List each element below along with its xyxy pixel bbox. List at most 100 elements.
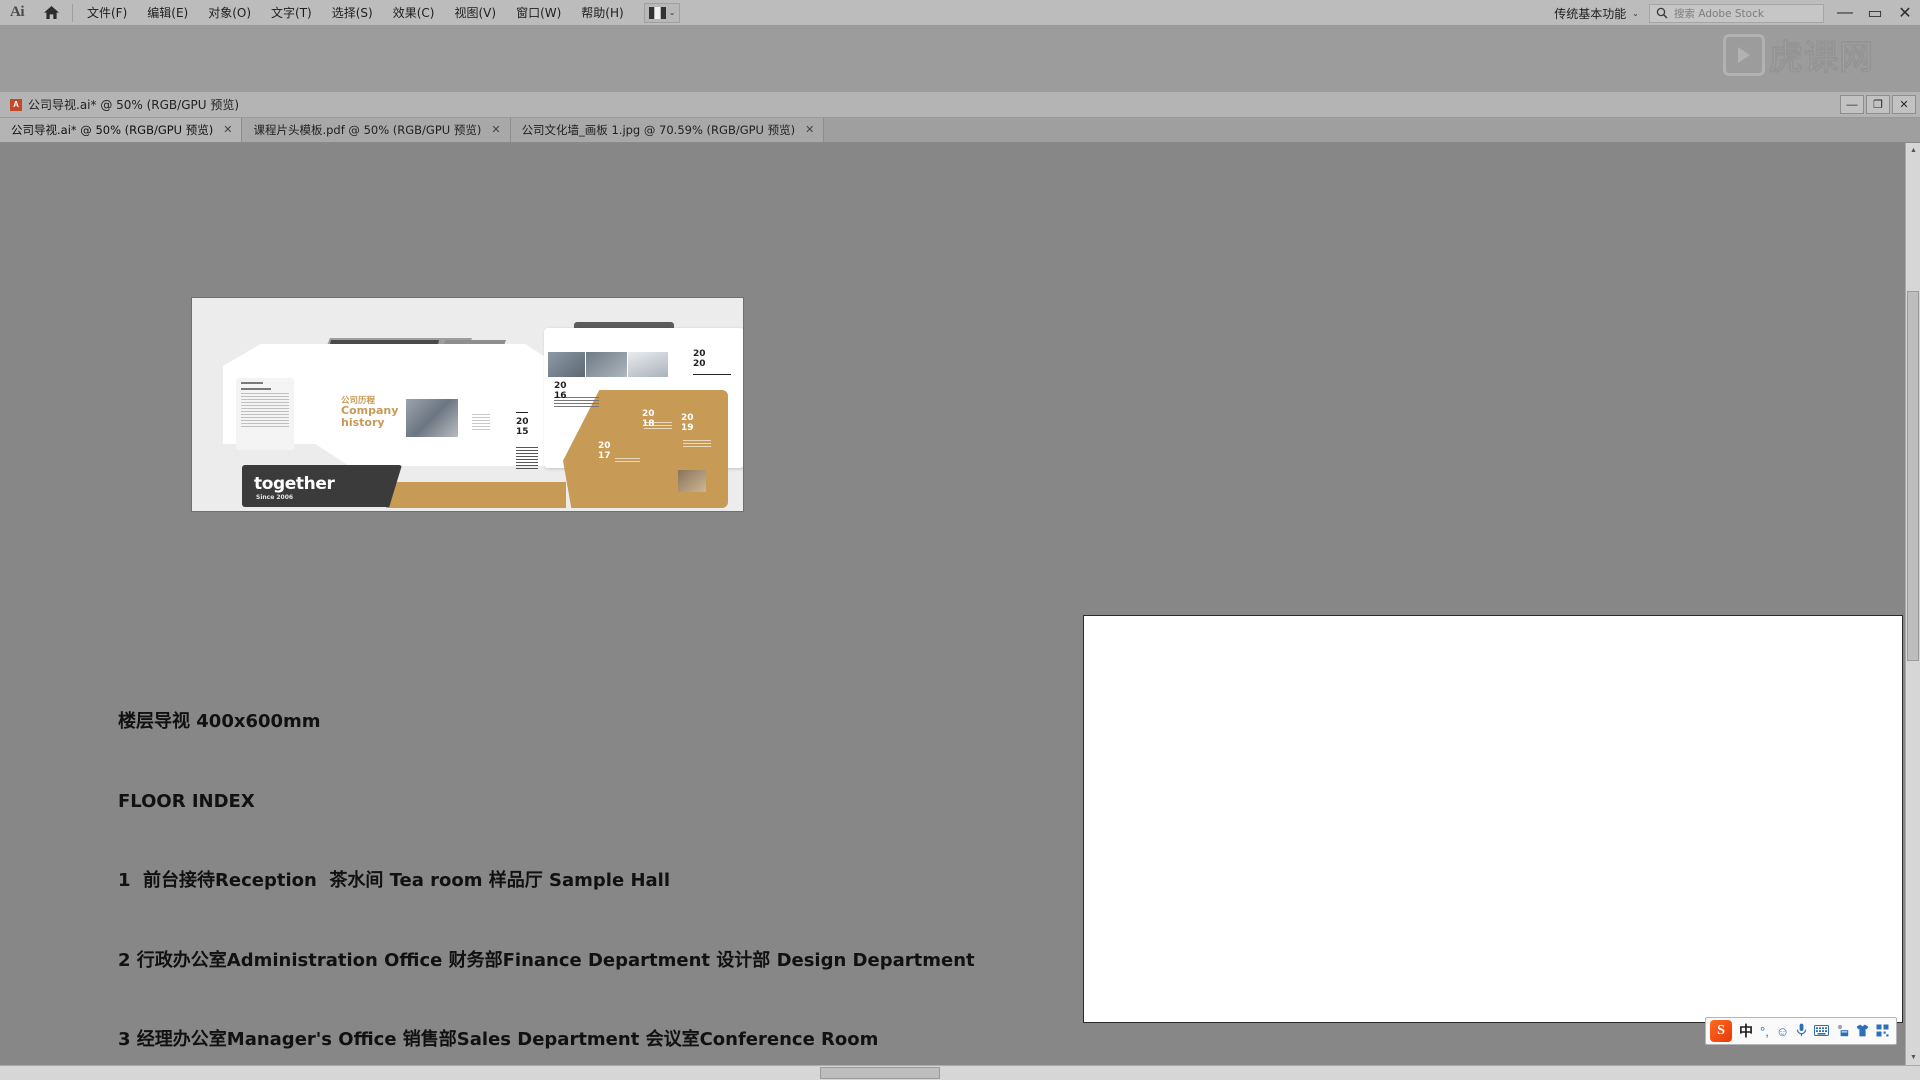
- document-window-controls: — ❐ ✕: [1840, 95, 1916, 114]
- app-maximize-button[interactable]: ▭: [1860, 0, 1890, 26]
- document-tab-label: 公司导视.ai* @ 50% (RGB/GPU 预览): [11, 122, 214, 137]
- artwork-photo-4: [678, 470, 706, 492]
- menu-divider: [72, 3, 73, 22]
- document-tab-gongsiwenhuaqiang[interactable]: 公司文化墙_画板 1.jpg @ 70.59% (RGB/GPU 预览) ✕: [510, 117, 825, 142]
- scroll-down-icon[interactable]: ▼: [1906, 1050, 1920, 1065]
- screenshot-icon[interactable]: [1836, 1024, 1849, 1039]
- artboard-blank-upper[interactable]: [1083, 615, 1903, 1023]
- close-icon[interactable]: ✕: [223, 123, 232, 136]
- menu-items: 文件(F) 编辑(E) 对象(O) 文字(T) 选择(S) 效果(C) 视图(V…: [77, 0, 634, 26]
- workspace-label: 传统基本功能: [1554, 6, 1627, 21]
- artwork-year-2016-top: 20: [554, 381, 567, 391]
- artwork-year-2018-bottom: 18: [642, 419, 655, 429]
- wall-shape-gold-bottom: [386, 482, 566, 508]
- document-minimize-button[interactable]: —: [1840, 95, 1864, 114]
- keyboard-glyph: [1814, 1024, 1830, 1036]
- close-icon[interactable]: ✕: [491, 123, 500, 136]
- menu-file[interactable]: 文件(F): [77, 0, 137, 26]
- document-tab-strip: 公司导视.ai* @ 50% (RGB/GPU 预览) ✕ 课程片头模板.pdf…: [0, 117, 1920, 143]
- artwork-detail-lines-b: [516, 447, 538, 471]
- chevron-down-icon: ⌄: [668, 8, 676, 17]
- artwork-year-2019-top: 20: [681, 413, 694, 423]
- punctuation-mode-icon[interactable]: °,: [1760, 1025, 1769, 1038]
- artwork-year-2015-top: 20: [516, 417, 529, 427]
- artwork-year-2016-bottom: 16: [554, 391, 567, 401]
- menu-edit[interactable]: 编辑(E): [137, 0, 198, 26]
- menu-bar-right-cluster: 传统基本功能 ⌄ 搜索 Adobe Stock — ▭ ✕: [1544, 0, 1920, 26]
- illustrator-logo-icon: Ai: [10, 4, 25, 20]
- menu-help[interactable]: 帮助(H): [571, 0, 633, 26]
- menu-select[interactable]: 选择(S): [322, 0, 383, 26]
- sogou-ime-toolbar[interactable]: S 中 °, ☺: [1705, 1017, 1898, 1045]
- document-title-bar: A 公司导视.ai* @ 50% (RGB/GPU 预览) — ❐ ✕: [0, 92, 1920, 118]
- stock-search-placeholder: 搜索 Adobe Stock: [1674, 7, 1764, 20]
- toolbox-icon[interactable]: [1876, 1024, 1889, 1039]
- artwork-title-en-line2: history: [341, 416, 385, 429]
- artwork-year-2015-bottom: 15: [516, 427, 529, 437]
- text-line-1: 楼层导视 400x600mm: [118, 711, 321, 732]
- ai-file-icon: A: [10, 98, 22, 111]
- home-glyph: [43, 6, 59, 19]
- artwork-year-2017-top: 20: [598, 441, 611, 451]
- artwork-title-en: Company history: [341, 405, 398, 429]
- artwork-brand-since: Since 2006: [256, 494, 294, 501]
- close-icon[interactable]: ✕: [805, 123, 814, 136]
- menu-type[interactable]: 文字(T): [261, 0, 322, 26]
- arrange-documents-button[interactable]: ⌄: [643, 2, 681, 23]
- home-icon[interactable]: [34, 0, 68, 26]
- document-tab-gongsidaoshi[interactable]: 公司导视.ai* @ 50% (RGB/GPU 预览) ✕: [0, 117, 243, 142]
- menu-object[interactable]: 对象(O): [198, 0, 261, 26]
- placed-artwork-culture-wall[interactable]: 公司历程 Company history 20 15 20 16 20 17 2…: [191, 297, 744, 512]
- scroll-up-icon[interactable]: ▲: [1906, 143, 1920, 158]
- canvas-vertical-scrollbar[interactable]: ▲ ▼: [1905, 143, 1920, 1065]
- document-restore-button[interactable]: ❐: [1866, 95, 1890, 114]
- stock-search-box[interactable]: 搜索 Adobe Stock: [1649, 3, 1824, 23]
- text-line-3: 1 前台接待Reception 茶水间 Tea room 样品厅 Sample …: [118, 870, 670, 891]
- app-minimize-button[interactable]: —: [1830, 0, 1860, 26]
- artwork-photo-2: [586, 352, 627, 377]
- text-line-5: 3 经理办公室Manager's Office 销售部Sales Departm…: [118, 1029, 879, 1050]
- menu-window[interactable]: 窗口(W): [506, 0, 571, 26]
- workspace-switcher[interactable]: 传统基本功能 ⌄: [1544, 0, 1649, 26]
- artwork-rule-2015: [516, 412, 528, 413]
- app-window-controls: — ▭ ✕: [1830, 0, 1920, 26]
- vertical-scroll-thumb[interactable]: [1907, 291, 1919, 661]
- artwork-text-content[interactable]: 楼层导视 400x600mm FLOOR INDEX 1 前台接待Recepti…: [118, 656, 975, 1080]
- artwork-year-2020-top: 20: [693, 349, 706, 359]
- chinese-mode-icon[interactable]: 中: [1739, 1024, 1753, 1038]
- app-close-button[interactable]: ✕: [1890, 0, 1920, 26]
- screenshot-glyph: [1837, 1024, 1849, 1036]
- voice-input-icon[interactable]: [1796, 1023, 1807, 1039]
- artwork-photo-handshake: [406, 399, 458, 437]
- horizontal-scroll-thumb[interactable]: [820, 1067, 940, 1079]
- sogou-logo-icon[interactable]: S: [1710, 1020, 1732, 1042]
- search-icon: [1656, 7, 1668, 19]
- artwork-photo-1: [548, 352, 585, 377]
- application-menu-bar: Ai 文件(F) 编辑(E) 对象(O) 文字(T) 选择(S) 效果(C) 视…: [0, 0, 1920, 26]
- text-line-4: 2 行政办公室Administration Office 财务部Finance …: [118, 949, 975, 971]
- huke-watermark: 虎课网: [1723, 30, 1874, 79]
- canvas-area[interactable]: 公司历程 Company history 20 15 20 16 20 17 2…: [0, 143, 1920, 1080]
- canvas-horizontal-scrollbar[interactable]: [0, 1065, 1920, 1080]
- artwork-brand-word: together: [254, 474, 335, 494]
- document-tab-label: 公司文化墙_画板 1.jpg @ 70.59% (RGB/GPU 预览): [521, 122, 796, 137]
- skin-icon[interactable]: [1856, 1024, 1869, 1039]
- document-close-button[interactable]: ✕: [1892, 95, 1916, 114]
- document-tab-kechengpiantou[interactable]: 课程片头模板.pdf @ 50% (RGB/GPU 预览) ✕: [242, 117, 511, 142]
- text-line-2: FLOOR INDEX: [118, 790, 255, 812]
- menu-effect[interactable]: 效果(C): [383, 0, 445, 26]
- artwork-detail-lines-f: [615, 458, 640, 464]
- artwork-detail-lines-a: [472, 414, 490, 432]
- soft-keyboard-icon[interactable]: [1814, 1024, 1830, 1038]
- application-background-band: 虎课网: [0, 26, 1920, 97]
- artwork-inner: 公司历程 Company history 20 15 20 16 20 17 2…: [196, 302, 743, 508]
- chevron-down-icon: ⌄: [1632, 8, 1639, 18]
- artwork-year-2019-bottom: 19: [681, 423, 694, 433]
- menu-view[interactable]: 视图(V): [444, 0, 506, 26]
- document-window: A 公司导视.ai* @ 50% (RGB/GPU 预览) — ❐ ✕ 公司导视…: [0, 92, 1920, 1080]
- artwork-rule-2020: [693, 374, 731, 375]
- toolbox-glyph: [1876, 1024, 1889, 1036]
- emoji-icon[interactable]: ☺: [1776, 1025, 1789, 1038]
- artwork-photo-3: [628, 352, 668, 377]
- play-badge-icon: [1723, 33, 1765, 76]
